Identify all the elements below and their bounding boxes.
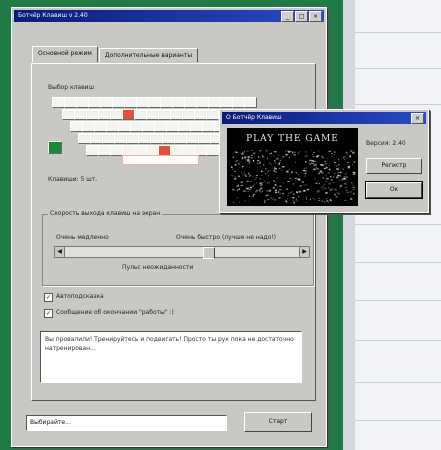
game-logo-image: PLAY THE GAME [227, 128, 358, 206]
register-button[interactable]: Регистр [366, 158, 422, 174]
tab-main-mode[interactable]: Основной режим [32, 46, 98, 62]
ok-button[interactable]: Ок [365, 181, 423, 199]
popup-titlebar: О Ботчёр Клавиш × [222, 112, 426, 124]
maximize-button[interactable]: □ [295, 11, 308, 22]
popup-close-button[interactable]: × [411, 113, 424, 124]
slider-thumb[interactable] [203, 247, 215, 259]
autostart-checkbox[interactable]: ✓ [44, 293, 53, 302]
message-label: Сообщение об окончании "работы" :) [56, 309, 174, 316]
slider-caption: Пульс неожиданности [122, 264, 194, 271]
start-button[interactable]: Старт [244, 412, 312, 432]
keyboard-label: Выбор клавиш [48, 84, 95, 91]
minimize-button[interactable]: _ [281, 11, 294, 22]
keys-preview-field [122, 155, 199, 165]
keyboard-key-selected[interactable] [48, 141, 62, 154]
close-button[interactable]: × [309, 11, 322, 22]
about-popup: О Ботчёр Клавиш × PLAY THE GAME Версия: … [219, 109, 429, 213]
speed-group-label: Скорость выхода клавиш на экран [48, 210, 163, 217]
main-titlebar: Ботчёр Клавиш v 2.40 _ □ × [14, 10, 324, 22]
keyboard-key[interactable] [244, 97, 257, 108]
message-checkbox[interactable]: ✓ [44, 309, 53, 318]
tab-bar: Основной режим Дополнительные варианты [32, 46, 199, 64]
popup-title: О Ботчёр Клавиш [226, 114, 282, 121]
keys-count-label: Клавиши: 5 шт. [48, 176, 98, 183]
window-title: Ботчёр Клавиш v 2.40 [18, 12, 88, 19]
message-textarea[interactable]: Вы провалили! Тренируйтесь и подвигать! … [40, 331, 302, 383]
main-window: Ботчёр Клавиш v 2.40 _ □ × Основной режи… [11, 7, 327, 447]
autostart-label: Автоподсказка [56, 293, 104, 300]
slider-right-arrow-icon[interactable]: ▶ [299, 247, 309, 257]
slider-max-label: Очень быстро (лучше не надо!) [176, 234, 276, 241]
tab-extra-options[interactable]: Дополнительные варианты [98, 48, 199, 62]
slider-left-arrow-icon[interactable]: ◀ [55, 247, 65, 257]
slider-min-label: Очень медленно [56, 234, 109, 241]
status-field[interactable]: Выбирайте... [26, 415, 227, 431]
version-label: Версия: 2.40 [366, 140, 406, 147]
static-noise-graphic [231, 150, 356, 204]
speed-slider[interactable]: ◀ ▶ [54, 246, 310, 259]
background-panel [343, 0, 441, 450]
